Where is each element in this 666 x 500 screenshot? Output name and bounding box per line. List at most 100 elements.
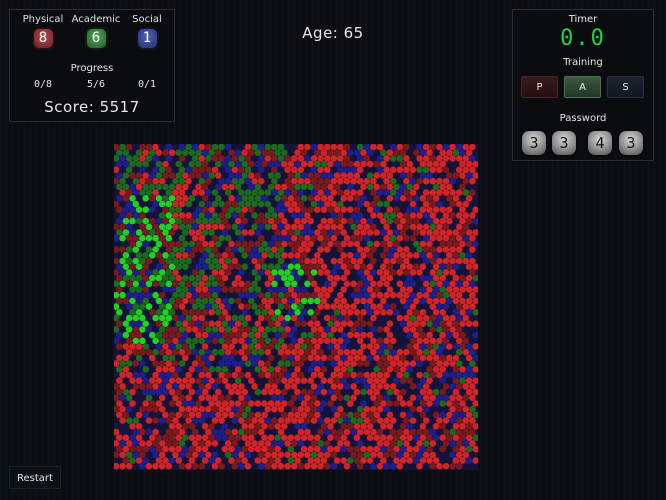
hex-tile[interactable] <box>330 189 338 196</box>
hex-tile[interactable] <box>271 337 278 345</box>
hex-tile[interactable] <box>399 445 407 453</box>
hex-tile[interactable] <box>284 223 291 231</box>
hex-tile[interactable] <box>158 177 166 185</box>
hex-tile[interactable] <box>114 428 120 436</box>
hex-tile[interactable] <box>129 434 136 442</box>
hex-tile[interactable] <box>360 411 367 419</box>
hex-tile[interactable] <box>277 189 285 196</box>
hex-tile[interactable] <box>162 388 169 396</box>
hex-tile[interactable] <box>201 366 209 373</box>
hex-tile[interactable] <box>198 462 206 470</box>
hex-tile[interactable] <box>310 337 318 345</box>
hex-tile[interactable] <box>254 320 262 327</box>
hex-tile[interactable] <box>165 337 173 345</box>
hex-tile[interactable] <box>284 314 291 322</box>
hex-tile[interactable] <box>234 149 242 156</box>
hex-tile[interactable] <box>343 360 351 367</box>
hex-tile[interactable] <box>317 360 324 367</box>
hex-tile[interactable] <box>320 400 328 407</box>
hex-tile[interactable] <box>287 286 295 293</box>
hex-tile[interactable] <box>449 360 456 367</box>
hex-tile[interactable] <box>442 360 450 367</box>
hex-tile[interactable] <box>389 269 397 276</box>
hex-tile[interactable] <box>168 400 176 407</box>
hex-tile[interactable] <box>238 451 245 459</box>
password-digit-2[interactable]: 3 <box>552 131 576 155</box>
hex-tile[interactable] <box>370 291 377 299</box>
hex-tile[interactable] <box>251 417 258 424</box>
hex-tile[interactable] <box>297 348 305 356</box>
hex-tile[interactable] <box>320 217 328 225</box>
hex-tile[interactable] <box>191 314 199 322</box>
hex-tile[interactable] <box>139 189 146 196</box>
hex-tile[interactable] <box>218 303 225 310</box>
hex-tile[interactable] <box>201 160 209 168</box>
hex-tile[interactable] <box>419 377 427 384</box>
hex-tile[interactable] <box>330 326 338 333</box>
hex-tile[interactable] <box>320 366 328 373</box>
hex-tile[interactable] <box>426 252 433 259</box>
hex-tile[interactable] <box>380 445 387 453</box>
hex-tile[interactable] <box>165 166 173 174</box>
hex-tile[interactable] <box>442 303 450 310</box>
hex-tile[interactable] <box>327 320 334 327</box>
hex-tile[interactable] <box>277 246 285 253</box>
hex-tile[interactable] <box>205 303 212 310</box>
hex-tile[interactable] <box>465 343 473 350</box>
hex-tile[interactable] <box>155 457 163 464</box>
hex-tile[interactable] <box>284 326 291 333</box>
hex-tile[interactable] <box>317 166 324 174</box>
hex-tile[interactable] <box>462 303 470 310</box>
hex-tile[interactable] <box>426 400 433 407</box>
hex-tile[interactable] <box>205 257 212 265</box>
hex-tile[interactable] <box>116 263 123 270</box>
hex-tile[interactable] <box>403 280 410 288</box>
hex-tile[interactable] <box>201 377 209 384</box>
hex-tile[interactable] <box>373 206 381 213</box>
hex-tile[interactable] <box>182 343 189 350</box>
hex-tile[interactable] <box>330 417 338 424</box>
hex-tile[interactable] <box>172 177 179 185</box>
hex-tile[interactable] <box>158 314 166 322</box>
hex-tile[interactable] <box>393 309 400 316</box>
hex-tile[interactable] <box>307 183 314 191</box>
hex-tile[interactable] <box>459 206 466 213</box>
hex-tile[interactable] <box>455 405 463 413</box>
hex-tile[interactable] <box>254 388 262 396</box>
hex-tile[interactable] <box>459 252 466 259</box>
hex-tile[interactable] <box>132 440 140 447</box>
hex-tile[interactable] <box>185 144 192 151</box>
hex-tile[interactable] <box>340 263 347 270</box>
hex-tile[interactable] <box>426 320 433 327</box>
hex-tile[interactable] <box>413 309 420 316</box>
hex-tile[interactable] <box>182 354 189 362</box>
hex-tile[interactable] <box>449 326 456 333</box>
hex-tile[interactable] <box>340 229 347 236</box>
hex-tile[interactable] <box>125 280 133 288</box>
hex-tile[interactable] <box>264 405 272 413</box>
hex-tile[interactable] <box>132 234 140 242</box>
hex-tile[interactable] <box>462 371 470 379</box>
hex-tile[interactable] <box>135 457 143 464</box>
hex-tile[interactable] <box>340 274 347 282</box>
hex-tile[interactable] <box>129 445 136 453</box>
hex-tile[interactable] <box>201 343 209 350</box>
hex-tile[interactable] <box>145 417 153 424</box>
hex-tile[interactable] <box>446 400 453 407</box>
hex-tile[interactable] <box>241 149 248 156</box>
hex-tile[interactable] <box>228 252 235 259</box>
hex-tile[interactable] <box>356 417 364 424</box>
hex-tile[interactable] <box>264 269 272 276</box>
hex-tile[interactable] <box>135 320 143 327</box>
hex-tile[interactable] <box>350 383 357 390</box>
hex-tile[interactable] <box>155 400 163 407</box>
hex-tile[interactable] <box>145 326 153 333</box>
hex-tile[interactable] <box>132 200 140 208</box>
hex-tile[interactable] <box>191 326 199 333</box>
hex-tile[interactable] <box>198 326 206 333</box>
hex-tile[interactable] <box>465 286 473 293</box>
hex-tile[interactable] <box>436 166 443 174</box>
hex-tile[interactable] <box>224 394 232 402</box>
hex-tile[interactable] <box>277 417 285 424</box>
hex-tile[interactable] <box>178 212 186 219</box>
